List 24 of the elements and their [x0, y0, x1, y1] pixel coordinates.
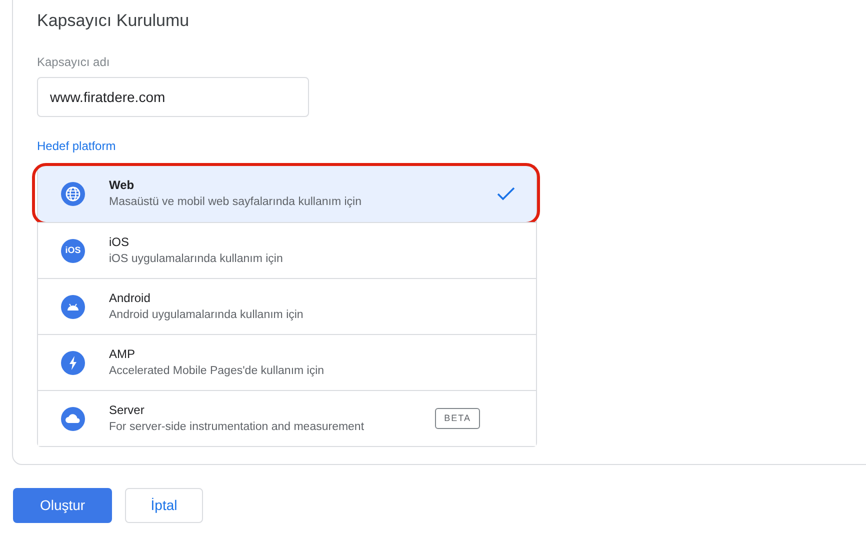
platform-name: Server	[109, 402, 146, 418]
lightning-icon	[61, 350, 85, 374]
field-label: Kapsayıcı adı	[37, 54, 111, 71]
platform-description: Android uygulamalarında kullanım için	[109, 308, 304, 322]
android-icon	[61, 294, 85, 318]
platform-name: iOS	[109, 234, 130, 250]
platform-description: iOS uygulamalarında kullanım için	[109, 252, 284, 266]
cancel-button[interactable]: İptal	[125, 488, 203, 523]
platform-name: AMP	[109, 346, 136, 362]
platform-description: For server-side instrumentation and measurement	[109, 420, 366, 434]
checkmark-icon	[497, 187, 515, 201]
platform-option[interactable]: Server For server-side instrumentation and measurement BETA	[38, 390, 536, 446]
beta-badge: BETA	[435, 408, 480, 430]
globe-icon	[61, 182, 85, 206]
platform-name: Android	[109, 290, 152, 306]
ios-icon: iOS	[61, 238, 85, 262]
section-label: Hedef platform	[37, 138, 117, 155]
platform-name: Web	[109, 177, 136, 194]
platform-description: Accelerated Mobile Pages'de kullanım için	[109, 364, 326, 378]
create-button[interactable]: Oluştur	[13, 488, 112, 523]
container-name-field[interactable]: www.firatdere.com	[37, 77, 309, 117]
platform-description: Masaüstü ve mobil web sayfalarında kullanım için	[109, 195, 362, 210]
card-title: Kapsayıcı Kurulumu	[37, 10, 190, 32]
cloud-icon	[61, 406, 85, 430]
